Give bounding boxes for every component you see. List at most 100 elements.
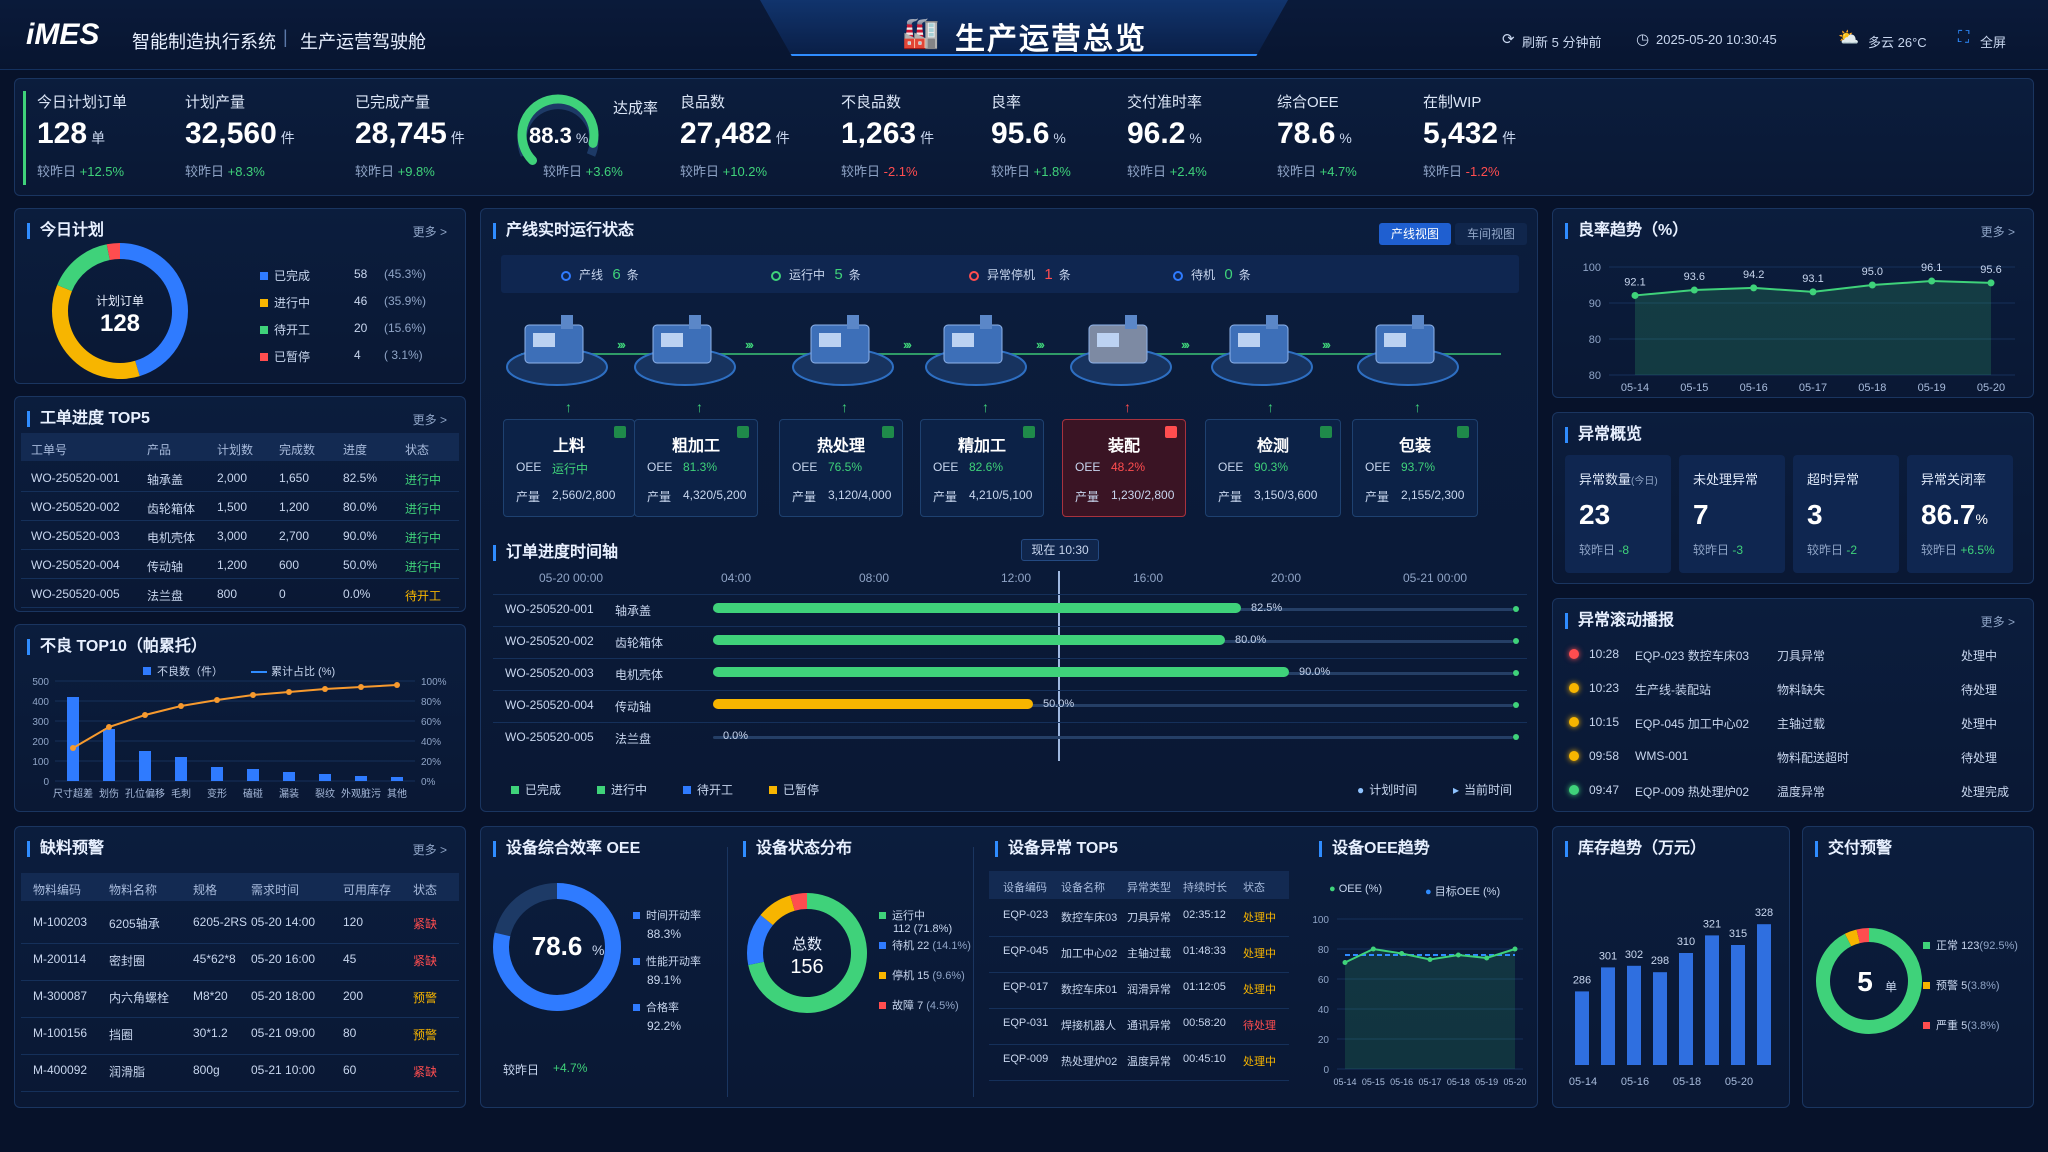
station-card[interactable]: 包装 OEE 93.7% 产量 2,155/2,300: [1352, 419, 1478, 517]
table-row[interactable]: EQP-045 加工中心02 主轴过载 01:48:33 处理中: [989, 937, 1289, 973]
table-row[interactable]: M-200114 密封圈 45*62*8 05-20 16:00 45 紧缺: [21, 944, 459, 981]
kpi-compare: 较昨日 +12.5%: [37, 161, 124, 180]
machine-icon[interactable]: [1208, 301, 1316, 393]
progress-bar: [713, 667, 1289, 677]
station-card[interactable]: 热处理 OEE 76.5% 产量 3,120/4,000: [779, 419, 903, 517]
station-oee: OEE 运行中: [516, 460, 626, 476]
station-card[interactable]: 检测 OEE 90.3% 产量 3,150/3,600: [1205, 419, 1341, 517]
x-tick: 05-15: [1362, 1077, 1385, 1087]
table-row[interactable]: WO-250520-003 电机壳体 3,000 2,700 90.0% 进行中: [21, 521, 459, 550]
table-row[interactable]: M-400092 润滑脂 800g 05-21 10:00 60 紧缺: [21, 1055, 459, 1092]
more-link[interactable]: 更多 >: [413, 841, 447, 858]
flow-arrow-icon: ›››: [1322, 337, 1331, 352]
abnormal-card[interactable]: 未处理异常 7 较昨日 -3: [1679, 455, 1785, 573]
up-arrow-icon: ↑: [1124, 399, 1131, 415]
station-card[interactable]: 装配 OEE 48.2% 产量 1,230/2,800: [1062, 419, 1186, 517]
station-card[interactable]: 粗加工 OEE 81.3% 产量 4,320/5,200: [634, 419, 758, 517]
more-link[interactable]: 更多 >: [1981, 223, 2015, 240]
legend-pct: ( 3.1%): [384, 348, 423, 362]
timeline-row[interactable]: WO-250520-003 电机壳体 90.0%: [493, 658, 1527, 686]
table-cell: 00:58:20: [1183, 1017, 1226, 1029]
plan-track: [713, 736, 1513, 739]
table-row[interactable]: M-100156 挡圈 30*1.2 05-21 09:00 80 预警: [21, 1018, 459, 1055]
legend-label: 正常: [1936, 940, 1962, 952]
column-header: 进度: [343, 443, 368, 457]
tab-line-view[interactable]: 产线视图: [1379, 223, 1451, 245]
table-row[interactable]: EQP-017 数控车床01 润滑异常 01:12:05 处理中: [989, 973, 1289, 1009]
broadcast-item[interactable]: 09:47 EQP-009 热处理炉02 温度异常 处理完成: [1569, 781, 2021, 809]
output-value: 3,120/4,000: [828, 488, 892, 502]
progress-bar: [713, 603, 1241, 613]
table-row[interactable]: M-100203 6205轴承 6205-2RS 05-20 14:00 120 紧缺: [21, 907, 459, 944]
station-card[interactable]: 精加工 OEE 82.6% 产量 4,210/5,100: [920, 419, 1044, 517]
machine-icon[interactable]: [1354, 301, 1462, 393]
timeline-row[interactable]: WO-250520-004 传动轴 50.0%: [493, 690, 1527, 718]
legend-count: 4: [354, 348, 361, 362]
table-row[interactable]: EQP-023 数控车床03 刀具异常 02:35:12 处理中: [989, 901, 1289, 937]
machine-icon[interactable]: [789, 301, 897, 393]
legend-item: 严重 5(3.8%): [1923, 1017, 2000, 1033]
x-tick: 外观脏污: [341, 787, 381, 800]
column-header: 完成数: [279, 443, 316, 457]
kpi-accent: [23, 91, 26, 185]
abnormal-card[interactable]: 异常关闭率 86.7% 较昨日 +6.5%: [1907, 455, 2013, 573]
kpi-number: 32,560: [185, 117, 277, 150]
more-link[interactable]: 更多 >: [413, 411, 447, 428]
table-cell: 进行中: [405, 531, 442, 545]
fullscreen-button[interactable]: 全屏: [1980, 32, 2006, 51]
legend-value: 15: [917, 970, 933, 982]
weather-text: 多云 26°C: [1868, 35, 1927, 50]
machine-icon[interactable]: [1067, 301, 1175, 393]
kpi-unit: 件: [920, 130, 935, 146]
column-header: 状态: [405, 443, 430, 457]
table-row[interactable]: EQP-031 焊接机器人 通讯异常 00:58:20 待处理: [989, 1009, 1289, 1045]
more-link[interactable]: 更多 >: [413, 223, 447, 240]
table-cell: 刀具异常: [1127, 912, 1171, 924]
abnormal-card[interactable]: 超时异常 3 较昨日 -2: [1793, 455, 1899, 573]
status-dot-icon: [1569, 785, 1579, 795]
refresh-icon[interactable]: ⟳: [1502, 30, 1515, 48]
refresh-text[interactable]: 刷新 5 分钟前: [1522, 32, 1601, 51]
fullscreen-icon[interactable]: ⛶: [1958, 29, 1969, 47]
timeline-row[interactable]: WO-250520-001 轴承盖 82.5%: [493, 594, 1527, 622]
legend-pct: (14.1%): [932, 940, 971, 952]
machine-icon[interactable]: [631, 301, 739, 393]
progress-bar: [713, 635, 1225, 645]
column-header: 状态: [1243, 882, 1265, 894]
kpi-value: 27,482 件: [680, 117, 790, 151]
timeline-row[interactable]: WO-250520-002 齿轮箱体 80.0%: [493, 626, 1527, 654]
tab-workshop-view[interactable]: 车间视图: [1455, 223, 1527, 245]
legend-swatch: [633, 958, 640, 965]
label-text: 异常数量: [1579, 472, 1632, 487]
broadcast-item[interactable]: 10:15 EQP-045 加工中心02 主轴过载 处理中: [1569, 713, 2021, 741]
table-row[interactable]: EQP-009 热处理炉02 温度异常 00:45:10 处理中: [989, 1045, 1289, 1081]
broadcast-time: 09:58: [1589, 749, 1620, 763]
table-row[interactable]: WO-250520-004 传动轴 1,200 600 50.0% 进行中: [21, 550, 459, 579]
broadcast-time: 10:28: [1589, 647, 1620, 661]
station-card[interactable]: 上料 OEE 运行中 产量 2,560/2,800: [503, 419, 635, 517]
table-cell: EQP-031: [1003, 1017, 1049, 1029]
output-value: 3,150/3,600: [1254, 488, 1318, 502]
abnormal-card[interactable]: 异常数量(今日) 23 较昨日 -8: [1565, 455, 1671, 573]
broadcast-item[interactable]: 09:58 WMS-001 物料配送超时 待处理: [1569, 747, 2021, 775]
broadcast-item[interactable]: 10:28 EQP-023 数控车床03 刀具异常 处理中: [1569, 645, 2021, 673]
table-row[interactable]: WO-250520-002 齿轮箱体 1,500 1,200 80.0% 进行中: [21, 492, 459, 521]
more-link[interactable]: 更多 >: [1981, 613, 2015, 630]
kpi-value: 96.2%: [1127, 117, 1202, 151]
machine-icon[interactable]: [922, 301, 1030, 393]
table-row[interactable]: M-300087 内六角螺栓 M8*20 05-20 18:00 200 预警: [21, 981, 459, 1018]
table-row[interactable]: WO-250520-001 轴承盖 2,000 1,650 82.5% 进行中: [21, 463, 459, 492]
compare-delta: -1.2%: [1465, 164, 1500, 179]
broadcast-item[interactable]: 10:23 生产线-装配站 物料缺失 待处理: [1569, 679, 2021, 707]
legend-item: 已暂停 4 ( 3.1%): [260, 348, 450, 365]
kpi-unit: 件: [1502, 130, 1517, 146]
table-cell: 01:48:33: [1183, 945, 1226, 957]
machine-icon[interactable]: [503, 301, 611, 393]
broadcast-status: 处理完成: [1961, 785, 2010, 799]
donut-center-value: 128: [100, 310, 140, 337]
machine-window: [952, 333, 974, 347]
timeline-row[interactable]: WO-250520-005 法兰盘 0.0%: [493, 722, 1527, 750]
table-row[interactable]: WO-250520-005 法兰盘 800 0 0.0% 待开工: [21, 579, 459, 608]
table-cell: 45*62*8: [193, 952, 236, 966]
kpi-unit: 单: [91, 130, 106, 146]
